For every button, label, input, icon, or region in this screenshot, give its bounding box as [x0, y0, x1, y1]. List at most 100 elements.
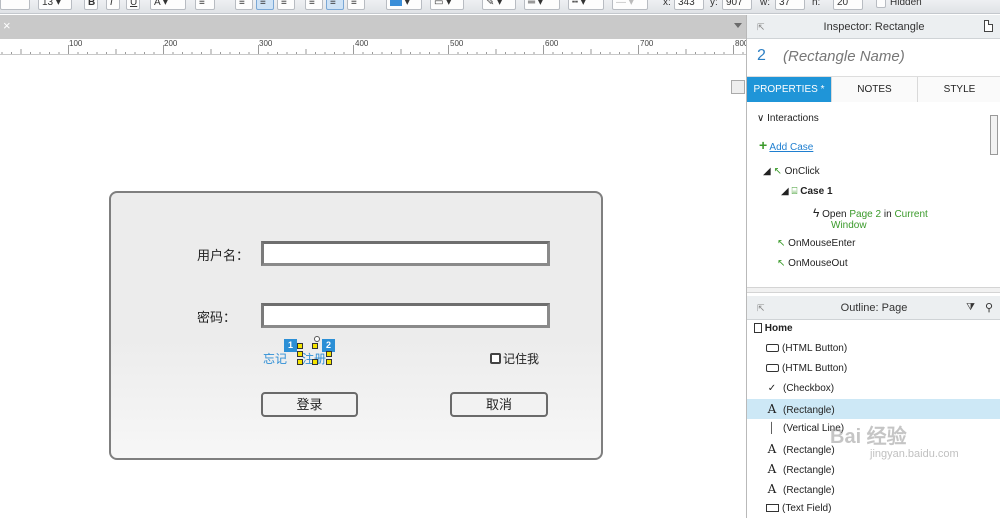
- w-field[interactable]: 37: [775, 0, 805, 10]
- fill-color-swatch: [390, 0, 402, 7]
- close-tab-icon[interactable]: ×: [3, 18, 11, 34]
- event-onclick[interactable]: ◢ ↖ OnClick: [763, 166, 820, 177]
- outline-item-label: (Rectangle): [783, 465, 835, 476]
- widget-name-field[interactable]: (Rectangle Name): [783, 48, 905, 65]
- line-style-button[interactable]: ┅ ▾: [568, 0, 604, 10]
- inspector-title-bar: ⇱ Inspector: Rectangle: [747, 15, 1000, 39]
- resize-handle[interactable]: [297, 351, 303, 357]
- outline-item-html-button[interactable]: (HTML Button): [747, 359, 1000, 379]
- hidden-label: Hidden: [890, 0, 922, 8]
- remember-me-checkbox[interactable]: 记住我: [490, 350, 539, 367]
- resize-handle[interactable]: [326, 359, 332, 365]
- interactions-section[interactable]: ∨ Interactions: [757, 113, 819, 124]
- document-icon[interactable]: [984, 20, 993, 32]
- outline-item-label: (Text Field): [782, 503, 832, 514]
- text-a-icon: A: [767, 442, 777, 456]
- action-open-link[interactable]: ϟ Open Page 2 in Current: [813, 206, 928, 220]
- ruler-label: 700: [640, 39, 654, 48]
- case-1[interactable]: ◢ ⌸ Case 1: [781, 186, 833, 197]
- action-in-text: in: [883, 209, 892, 220]
- cancel-button[interactable]: 取消: [450, 392, 548, 417]
- design-canvas[interactable]: × 100 200 300 400 500 600 700 800 用户名： 密…: [0, 15, 746, 518]
- font-size-dropdown[interactable]: 13 ▾: [38, 0, 72, 10]
- cursor-event-icon: ↖: [777, 238, 786, 249]
- login-panel[interactable]: 用户名： 密码： 忘记 注册 1 2 记住我 登录 取消: [109, 191, 603, 460]
- bullet-list-button[interactable]: ≡: [195, 0, 215, 10]
- action-open-text: Open: [822, 209, 847, 220]
- text-a-icon: A: [767, 482, 777, 496]
- resize-handle[interactable]: [297, 343, 303, 349]
- outline-item-rectangle[interactable]: A (Rectangle): [747, 479, 1000, 499]
- outline-item-rectangle[interactable]: A (Rectangle): [747, 459, 1000, 479]
- top-toolbar: 13 ▾ B I U A ▾ ≡ ≡ ≡ ≡ ≡ ≡ ≡ ▾ ▭ ▾ ✎ ▾ ═…: [0, 0, 1000, 14]
- valign-middle-button[interactable]: ≡: [326, 0, 344, 10]
- outline-item-label: (Rectangle): [783, 445, 835, 456]
- login-button[interactable]: 登录: [261, 392, 358, 417]
- baidu-watermark-url: jingyan.baidu.com: [870, 448, 959, 460]
- x-field[interactable]: 343: [674, 0, 704, 10]
- ruler-ticks: [1, 45, 744, 54]
- event-onclick-label: OnClick: [784, 166, 820, 177]
- inspector-title: Inspector: Rectangle: [823, 21, 925, 33]
- password-label: 密码：: [197, 310, 237, 325]
- valign-bottom-button[interactable]: ≡: [347, 0, 365, 10]
- align-right-button[interactable]: ≡: [277, 0, 295, 10]
- h-field[interactable]: 20: [833, 0, 863, 10]
- align-center-button[interactable]: ≡: [256, 0, 274, 10]
- line-color-button[interactable]: ✎ ▾: [482, 0, 516, 10]
- forgot-password-link[interactable]: 忘记: [263, 350, 287, 367]
- username-field[interactable]: [261, 241, 550, 266]
- interactions-scrollbar[interactable]: [990, 115, 998, 155]
- fill-color-button[interactable]: ▾: [386, 0, 422, 10]
- rotation-handle[interactable]: [314, 336, 320, 342]
- collapse-triangle-icon: ◢: [781, 186, 789, 197]
- event-onmouseout[interactable]: ↖ OnMouseOut: [777, 258, 848, 269]
- y-field[interactable]: 907: [722, 0, 752, 10]
- event-onmouseenter-label: OnMouseEnter: [788, 238, 856, 249]
- baidu-watermark: Bai 经验: [830, 426, 907, 448]
- filter-icon[interactable]: ⧩: [966, 296, 975, 320]
- search-icon[interactable]: ⚲: [985, 296, 993, 320]
- underline-button[interactable]: U: [126, 0, 140, 10]
- italic-button[interactable]: I: [106, 0, 120, 10]
- line-width-button[interactable]: ═ ▾: [524, 0, 560, 10]
- outline-item-label: (HTML Button): [782, 343, 848, 354]
- outline-item-html-button[interactable]: (HTML Button): [747, 339, 1000, 359]
- align-left-button[interactable]: ≡: [235, 0, 253, 10]
- valign-top-button[interactable]: ≡: [305, 0, 323, 10]
- arrow-style-button[interactable]: — ▾: [612, 0, 648, 10]
- collapse-triangle-icon: ◢: [763, 166, 771, 177]
- outline-item-home[interactable]: Home: [747, 319, 1000, 339]
- shadow-button[interactable]: ▭ ▾: [430, 0, 464, 10]
- ruler-label: 300: [259, 39, 273, 48]
- outline-item-rectangle[interactable]: A (Rectangle): [747, 399, 1000, 419]
- panel-divider[interactable]: [747, 287, 1000, 293]
- event-onmouseenter[interactable]: ↖ OnMouseEnter: [777, 238, 855, 249]
- add-case-link[interactable]: Add Case: [769, 142, 813, 153]
- resize-handle[interactable]: [312, 343, 318, 349]
- bold-button[interactable]: B: [84, 0, 98, 10]
- resize-handle[interactable]: [312, 359, 318, 365]
- checkbox-box[interactable]: [490, 353, 501, 364]
- hidden-checkbox[interactable]: [876, 0, 886, 8]
- outline-item-text-field[interactable]: (Text Field): [747, 499, 1000, 519]
- panel-splitter-handle[interactable]: [731, 80, 745, 94]
- inspector-tabs: PROPERTIES * NOTES STYLE: [747, 77, 1000, 102]
- pin-icon[interactable]: ⇱: [757, 15, 765, 39]
- resize-handle[interactable]: [297, 359, 303, 365]
- action-current-text: Current: [894, 209, 928, 220]
- resize-handle[interactable]: [326, 351, 332, 357]
- tab-notes[interactable]: NOTES: [832, 77, 918, 102]
- font-family-dropdown[interactable]: [0, 0, 30, 10]
- outline-item-checkbox[interactable]: ✓ (Checkbox): [747, 379, 1000, 399]
- outline-item-label: Home: [764, 323, 793, 334]
- tab-style[interactable]: STYLE: [918, 77, 1000, 102]
- remember-me-label: 记住我: [503, 352, 540, 366]
- password-field[interactable]: [261, 303, 550, 328]
- add-case-row[interactable]: + Add Case: [759, 137, 813, 153]
- pin-icon[interactable]: ⇱: [757, 296, 765, 320]
- widget-number: 2: [757, 47, 766, 64]
- tab-properties[interactable]: PROPERTIES *: [747, 77, 832, 102]
- tab-menu-icon[interactable]: [734, 23, 742, 28]
- font-color-button[interactable]: A ▾: [150, 0, 186, 10]
